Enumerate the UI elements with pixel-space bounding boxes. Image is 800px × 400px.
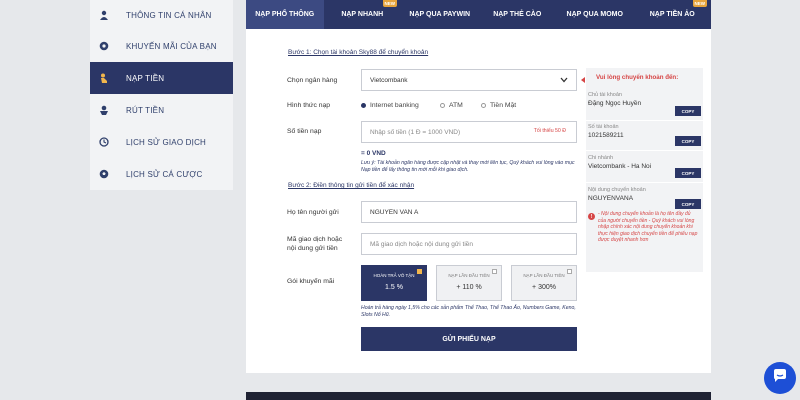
tab-label: NẠP THẺ CÀO [493,11,542,18]
sender-label: Họ tên người gửi [287,209,339,216]
history-icon [98,136,110,148]
sidebar-item-transaction-history[interactable]: LỊCH SỬ GIAO DỊCH [90,126,233,158]
new-badge: NEW [692,0,707,7]
info-key: Chủ tài khoản [588,92,622,98]
tab-label: NẠP PHỔ THÔNG [255,11,315,18]
radio-dot [440,103,445,108]
sidebar-item-label: KHUYẾN MÃI CỦA BẠN [126,41,217,51]
footer-banner-strip [246,392,711,400]
deposit-panel: NẠP PHỔ THÔNG NẠP NHANH NEW NẠP QUA PAYWI… [246,0,711,373]
promo-option-first-110[interactable]: NẠP LẦN ĐẦU TIÊN + 110 % [436,265,502,301]
tab-label: NẠP NHANH [341,11,384,18]
promo-checkbox [417,269,422,274]
transaction-code-input[interactable]: Mã giao dịch hoặc nội dung gửi tiền [361,233,577,255]
divider [586,182,703,183]
sidebar-item-label: LỊCH SỬ CÁ CƯỢC [126,169,203,179]
bank-select-value: Vietcombank [370,76,408,84]
tab-crypto-deposit[interactable]: NẠP TIỀN ẢO NEW [634,0,712,29]
pointer-arrow-icon [581,77,585,83]
info-key: Chi nhánh [588,155,614,161]
copy-button[interactable]: COPY [675,106,701,116]
sidebar-item-label: NẠP TIỀN [126,73,165,83]
radio-label: Tiền Mặt [490,102,517,109]
amount-placeholder: Nhập số tiền (1 Đ = 1000 VND) [370,128,461,136]
chat-bubble-icon [772,368,788,389]
radio-dot [361,103,366,108]
txn-label-line2: nội dung gửi tiền [287,245,338,252]
radio-label: ATM [449,102,463,109]
soccer-ball-icon [98,168,110,180]
tab-momo-deposit[interactable]: NẠP QUA MOMO [556,0,634,29]
promo-option-first-300[interactable]: NẠP LẦN ĐẦU TIÊN + 300% [511,265,577,301]
gift-icon [98,40,110,52]
divider [586,120,703,121]
amount-label: Số tiền nạp [287,128,322,135]
promo-value: + 300% [532,284,556,291]
step-2-title: Bước 2: Điền thông tin gửi tiền để xác n… [288,182,415,189]
copy-button[interactable]: COPY [675,136,701,146]
promo-value: + 110 % [456,284,482,291]
bank-update-note: Lưu ý: Tài khoản ngân hàng được cập nhật… [361,160,575,173]
tab-standard-deposit[interactable]: NẠP PHỔ THÔNG [246,0,324,29]
amount-limit: Tối thiểu 50 Đ [533,128,566,134]
method-cash[interactable]: Tiền Mặt [481,102,516,109]
bank-label: Chọn ngân hàng [287,77,338,84]
tab-fast-deposit[interactable]: NẠP NHANH NEW [324,0,402,29]
transfer-info-heading: Vui lòng chuyển khoản đến: [596,74,679,81]
promo-checkbox [492,269,497,274]
amount-converted: = 0 VND [361,150,386,157]
withdraw-icon [98,104,110,116]
deposit-tabs: NẠP PHỔ THÔNG NẠP NHANH NEW NẠP QUA PAYWI… [246,0,711,29]
method-atm[interactable]: ATM [440,102,463,109]
transfer-info-box: Vui lòng chuyển khoản đến: Chủ tài khoản… [586,68,703,272]
copy-button[interactable]: COPY [675,168,701,178]
sender-name-input[interactable]: NGUYEN VAN A [361,201,577,223]
sidebar-item-withdraw[interactable]: RÚT TIỀN [90,94,233,126]
promo-value: 1.5 % [385,284,403,291]
copy-button[interactable]: COPY [675,199,701,209]
transfer-warning: - Nội dung chuyển khoản là họ tên đầy đủ… [598,211,698,243]
live-chat-button[interactable] [764,362,796,394]
hand-coin-icon [98,72,110,84]
account-holder-row: Chủ tài khoản Đặng Ngọc Huyền [588,92,700,107]
sidebar-item-label: LỊCH SỬ GIAO DỊCH [126,137,207,147]
tab-paywin-deposit[interactable]: NẠP QUA PAYWIN [401,0,479,29]
radio-label: Internet banking [370,102,419,109]
info-key: Số tài khoản [588,124,619,130]
promo-checkbox [567,269,572,274]
account-sidebar: THÔNG TIN CÁ NHÂN KHUYẾN MÃI CỦA BẠN NẠP… [90,0,233,190]
chevron-down-icon [560,77,568,85]
info-key: Nội dung chuyển khoản [588,187,646,193]
tab-label: NẠP TIỀN ẢO [649,11,695,18]
promo-label: Gói khuyến mãi [287,278,335,285]
sidebar-item-deposit[interactable]: NẠP TIỀN [90,62,233,94]
sender-name-value: NGUYEN VAN A [370,208,419,216]
bank-select[interactable]: Vietcombank [361,69,577,91]
new-badge: NEW [382,0,397,7]
submit-deposit-button[interactable]: GỬI PHIẾU NẠP [361,327,577,351]
user-icon [98,9,110,21]
method-label: Hình thức nạp [287,102,331,109]
amount-input[interactable]: Nhập số tiền (1 Đ = 1000 VND) Tối thiểu … [361,121,577,143]
sidebar-item-label: RÚT TIỀN [126,105,165,115]
sidebar-item-profile[interactable]: THÔNG TIN CÁ NHÂN [90,0,233,30]
method-internet-banking[interactable]: Internet banking [361,102,419,109]
txn-label-line1: Mã giao dịch hoặc [287,236,343,243]
sidebar-item-promotions[interactable]: KHUYẾN MÃI CỦA BẠN [90,30,233,62]
warning-icon: ! [588,213,595,220]
tab-label: NẠP QUA PAYWIN [409,11,471,18]
promo-option-cashback[interactable]: HOÀN TRẢ VÔ TẬN 1.5 % [361,265,427,301]
transaction-code-placeholder: Mã giao dịch hoặc nội dung gửi tiền [370,240,474,248]
tab-card-deposit[interactable]: NẠP THẺ CÀO [479,0,557,29]
sidebar-item-bet-history[interactable]: LỊCH SỬ CÁ CƯỢC [90,158,233,190]
tab-label: NẠP QUA MOMO [566,11,623,18]
divider [586,150,703,151]
promo-note: Hoàn trả hàng ngày 1,5% cho các sản phẩm… [361,305,576,318]
step-1-title: Bước 1: Chọn tài khoản Sky88 để chuyển k… [288,49,429,56]
sidebar-item-label: THÔNG TIN CÁ NHÂN [126,10,212,20]
radio-dot [481,103,486,108]
